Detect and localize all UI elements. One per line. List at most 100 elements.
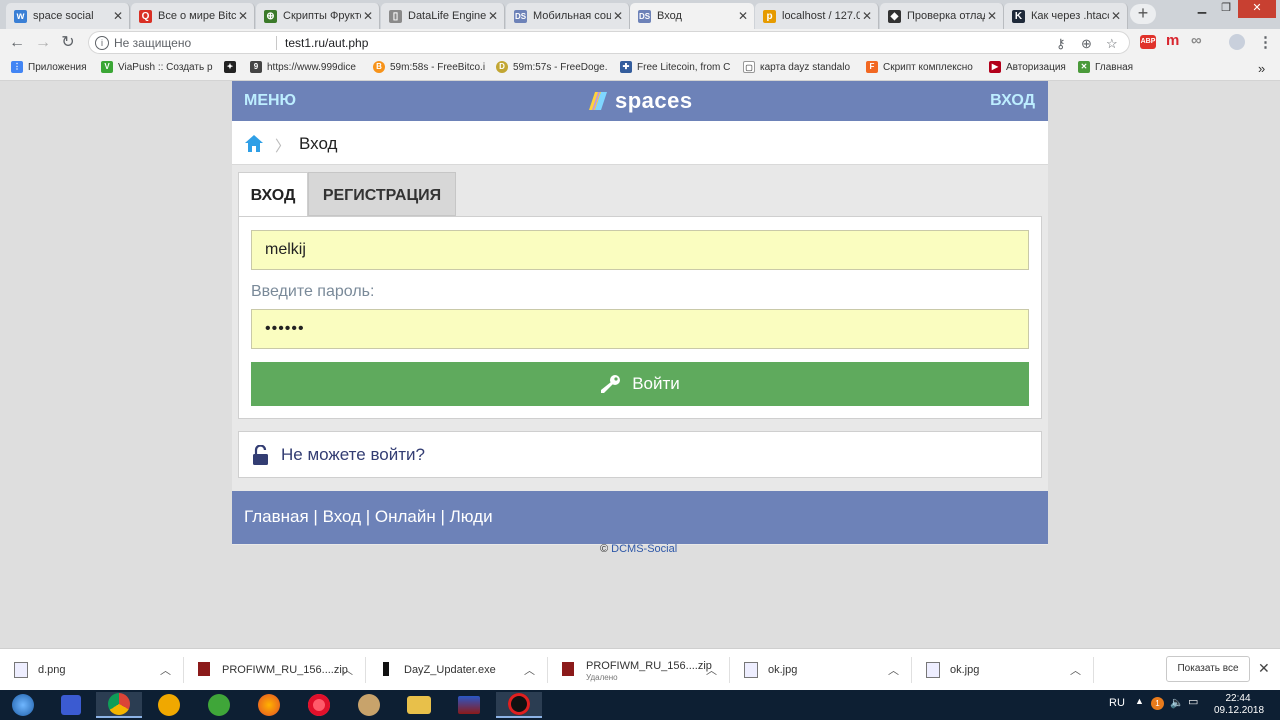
browser-tab[interactable]: w space social ✕ xyxy=(6,3,130,29)
dcms-social-link[interactable]: DCMS-Social xyxy=(611,543,677,555)
clock-date: 09.12.2018 xyxy=(1214,705,1265,716)
infinity-extension-icon[interactable]: ∞ xyxy=(1191,32,1202,49)
key-icon[interactable]: ⚷ xyxy=(1056,36,1066,52)
unlock-icon xyxy=(253,445,268,465)
bookmark-item[interactable]: ▢ карта dayz standalo xyxy=(743,61,850,73)
chevron-up-icon[interactable]: ︿ xyxy=(706,662,717,678)
notification-badge-icon[interactable]: 1 xyxy=(1151,697,1164,710)
back-icon[interactable]: ← xyxy=(7,33,27,53)
tab-close-icon[interactable]: ✕ xyxy=(111,9,125,23)
bookmark-label: карта dayz standalo xyxy=(760,61,851,73)
download-item[interactable]: PROFIWM_RU_156....zip Удалено ︿ xyxy=(548,649,730,691)
taskbar-app[interactable] xyxy=(196,692,242,718)
bookmark-item[interactable]: 9 https://www.999dice xyxy=(250,61,356,73)
tab-close-icon[interactable]: ✕ xyxy=(611,9,625,23)
restore-window-icon[interactable]: ❐ xyxy=(1214,0,1238,18)
tab-close-icon[interactable]: ✕ xyxy=(361,9,375,23)
tab-close-icon[interactable]: ✕ xyxy=(486,9,500,23)
site-logo[interactable]: spaces xyxy=(587,88,693,114)
taskbar-app[interactable] xyxy=(246,692,292,718)
close-window-icon[interactable]: ✕ xyxy=(1238,0,1276,18)
tab-register[interactable]: РЕГИСТРАЦИЯ xyxy=(308,172,456,216)
browser-tab[interactable]: ◆ Проверка отлад ✕ xyxy=(880,3,1004,29)
adblock-extension-icon[interactable]: ABP xyxy=(1140,35,1156,49)
download-item[interactable]: ok.jpg ︿ xyxy=(730,649,912,691)
minimize-window-icon[interactable]: ▁ xyxy=(1190,0,1214,18)
browser-tab[interactable]: K Как через .htacc ✕ xyxy=(1004,3,1128,29)
show-all-downloads-button[interactable]: Показать все xyxy=(1166,656,1250,682)
browser-tab[interactable]: p localhost / 127.0 ✕ xyxy=(755,3,879,29)
address-url[interactable]: test1.ru/aut.php xyxy=(285,36,368,50)
reload-icon[interactable]: ↻ xyxy=(58,33,78,53)
bookmark-star-icon[interactable]: ☆ xyxy=(1106,36,1118,52)
download-item[interactable]: PROFIWM_RU_156....zip ︿ xyxy=(184,649,366,691)
taskbar-app[interactable] xyxy=(296,692,342,718)
bookmark-item[interactable]: ▶ Авторизация xyxy=(989,61,1066,73)
chevron-up-icon[interactable]: ︿ xyxy=(888,662,899,678)
home-icon[interactable] xyxy=(244,134,264,153)
taskbar-app[interactable] xyxy=(346,692,392,718)
download-item[interactable]: ok.jpg ︿ xyxy=(912,649,1094,691)
bookmark-item[interactable]: V ViaPush :: Создать р xyxy=(101,61,213,73)
volume-icon[interactable]: 🔈 xyxy=(1170,696,1184,709)
close-downloads-icon[interactable]: ✕ xyxy=(1258,660,1270,677)
tab-close-icon[interactable]: ✕ xyxy=(985,9,999,23)
zoom-icon[interactable]: ⊕ xyxy=(1081,36,1092,52)
tab-close-icon[interactable]: ✕ xyxy=(1109,9,1123,23)
m-extension-icon[interactable]: m xyxy=(1166,32,1179,49)
taskbar-app[interactable] xyxy=(396,692,442,718)
tray-expand-icon[interactable]: ▲ xyxy=(1135,696,1144,706)
bookmark-item[interactable]: F Скрипт комплексно xyxy=(866,61,973,73)
info-icon[interactable]: i xyxy=(95,36,109,50)
taskbar-app[interactable] xyxy=(496,692,542,718)
bookmark-item[interactable]: ✕ Главная xyxy=(1078,61,1133,73)
footer-nav-links[interactable]: Главная | Вход | Онлайн | Люди xyxy=(244,507,493,527)
tab-close-icon[interactable]: ✕ xyxy=(236,9,250,23)
forgot-access-link[interactable]: Не можете войти? xyxy=(281,445,425,465)
login-submit-button[interactable]: Войти xyxy=(251,362,1029,406)
tab-favicon-icon: DS xyxy=(638,9,651,23)
security-status[interactable]: Не защищено xyxy=(114,36,191,50)
address-bar[interactable]: i Не защищено test1.ru/aut.php ⚷ ⊕ ☆ xyxy=(88,31,1130,54)
taskbar-app-chrome[interactable] xyxy=(96,692,142,718)
bookmark-item[interactable]: ✦ xyxy=(224,61,241,73)
bookmarks-overflow-icon[interactable]: » xyxy=(1258,61,1265,76)
browser-tab[interactable]: ▯ DataLife Engine ✕ xyxy=(381,3,505,29)
chevron-up-icon[interactable]: ︿ xyxy=(524,662,535,678)
bookmark-item[interactable]: D 59m:57s - FreeDoge. xyxy=(496,61,608,73)
browser-tab[interactable]: ⊕ Скрипты Фрукто ✕ xyxy=(256,3,380,29)
spaces-logo-icon xyxy=(589,92,607,110)
tab-close-icon[interactable]: ✕ xyxy=(736,9,750,23)
taskbar-app[interactable] xyxy=(48,692,94,718)
copyright: © DCMS-Social xyxy=(600,543,677,555)
chevron-up-icon[interactable]: ︿ xyxy=(160,662,171,678)
taskbar-clock[interactable]: 22:44 09.12.2018 xyxy=(1214,693,1265,717)
password-field[interactable]: •••••• xyxy=(251,309,1029,349)
language-indicator[interactable]: RU xyxy=(1109,697,1125,709)
bookmark-apps[interactable]: ⋮ Приложения xyxy=(11,61,87,73)
taskbar-app[interactable] xyxy=(446,692,492,718)
menu-link[interactable]: МЕНЮ xyxy=(244,92,296,110)
bookmark-item[interactable]: B 59m:58s - FreeBitco.i xyxy=(373,61,485,73)
bookmark-item[interactable]: ✚ Free Litecoin, from C xyxy=(620,61,730,73)
forgot-access-panel[interactable]: Не можете войти? xyxy=(238,431,1042,478)
tab-close-icon[interactable]: ✕ xyxy=(860,9,874,23)
chevron-up-icon[interactable]: ︿ xyxy=(342,662,353,678)
download-item[interactable]: d.png ︿ xyxy=(0,649,184,691)
tab-favicon-icon: DS xyxy=(514,9,527,23)
download-item[interactable]: DayZ_Updater.exe ︿ xyxy=(366,649,548,691)
chevron-up-icon[interactable]: ︿ xyxy=(1070,662,1081,678)
taskbar-app[interactable] xyxy=(146,692,192,718)
login-header-link[interactable]: ВХОД xyxy=(990,92,1035,110)
new-tab-button[interactable]: + xyxy=(1130,4,1156,24)
browser-menu-icon[interactable]: ⋮ xyxy=(1258,33,1273,51)
browser-tab[interactable]: Q Все о мире Bitco ✕ xyxy=(131,3,255,29)
browser-tab-active[interactable]: DS Вход ✕ xyxy=(630,3,754,29)
forward-icon[interactable]: → xyxy=(33,33,53,53)
browser-tab[interactable]: DS Мобильная соц ✕ xyxy=(506,3,630,29)
network-icon[interactable]: ▭ xyxy=(1188,695,1198,708)
tab-login[interactable]: ВХОД xyxy=(238,172,308,217)
profile-avatar[interactable] xyxy=(1229,34,1245,50)
username-field[interactable]: melkij xyxy=(251,230,1029,270)
start-button[interactable] xyxy=(0,692,46,718)
